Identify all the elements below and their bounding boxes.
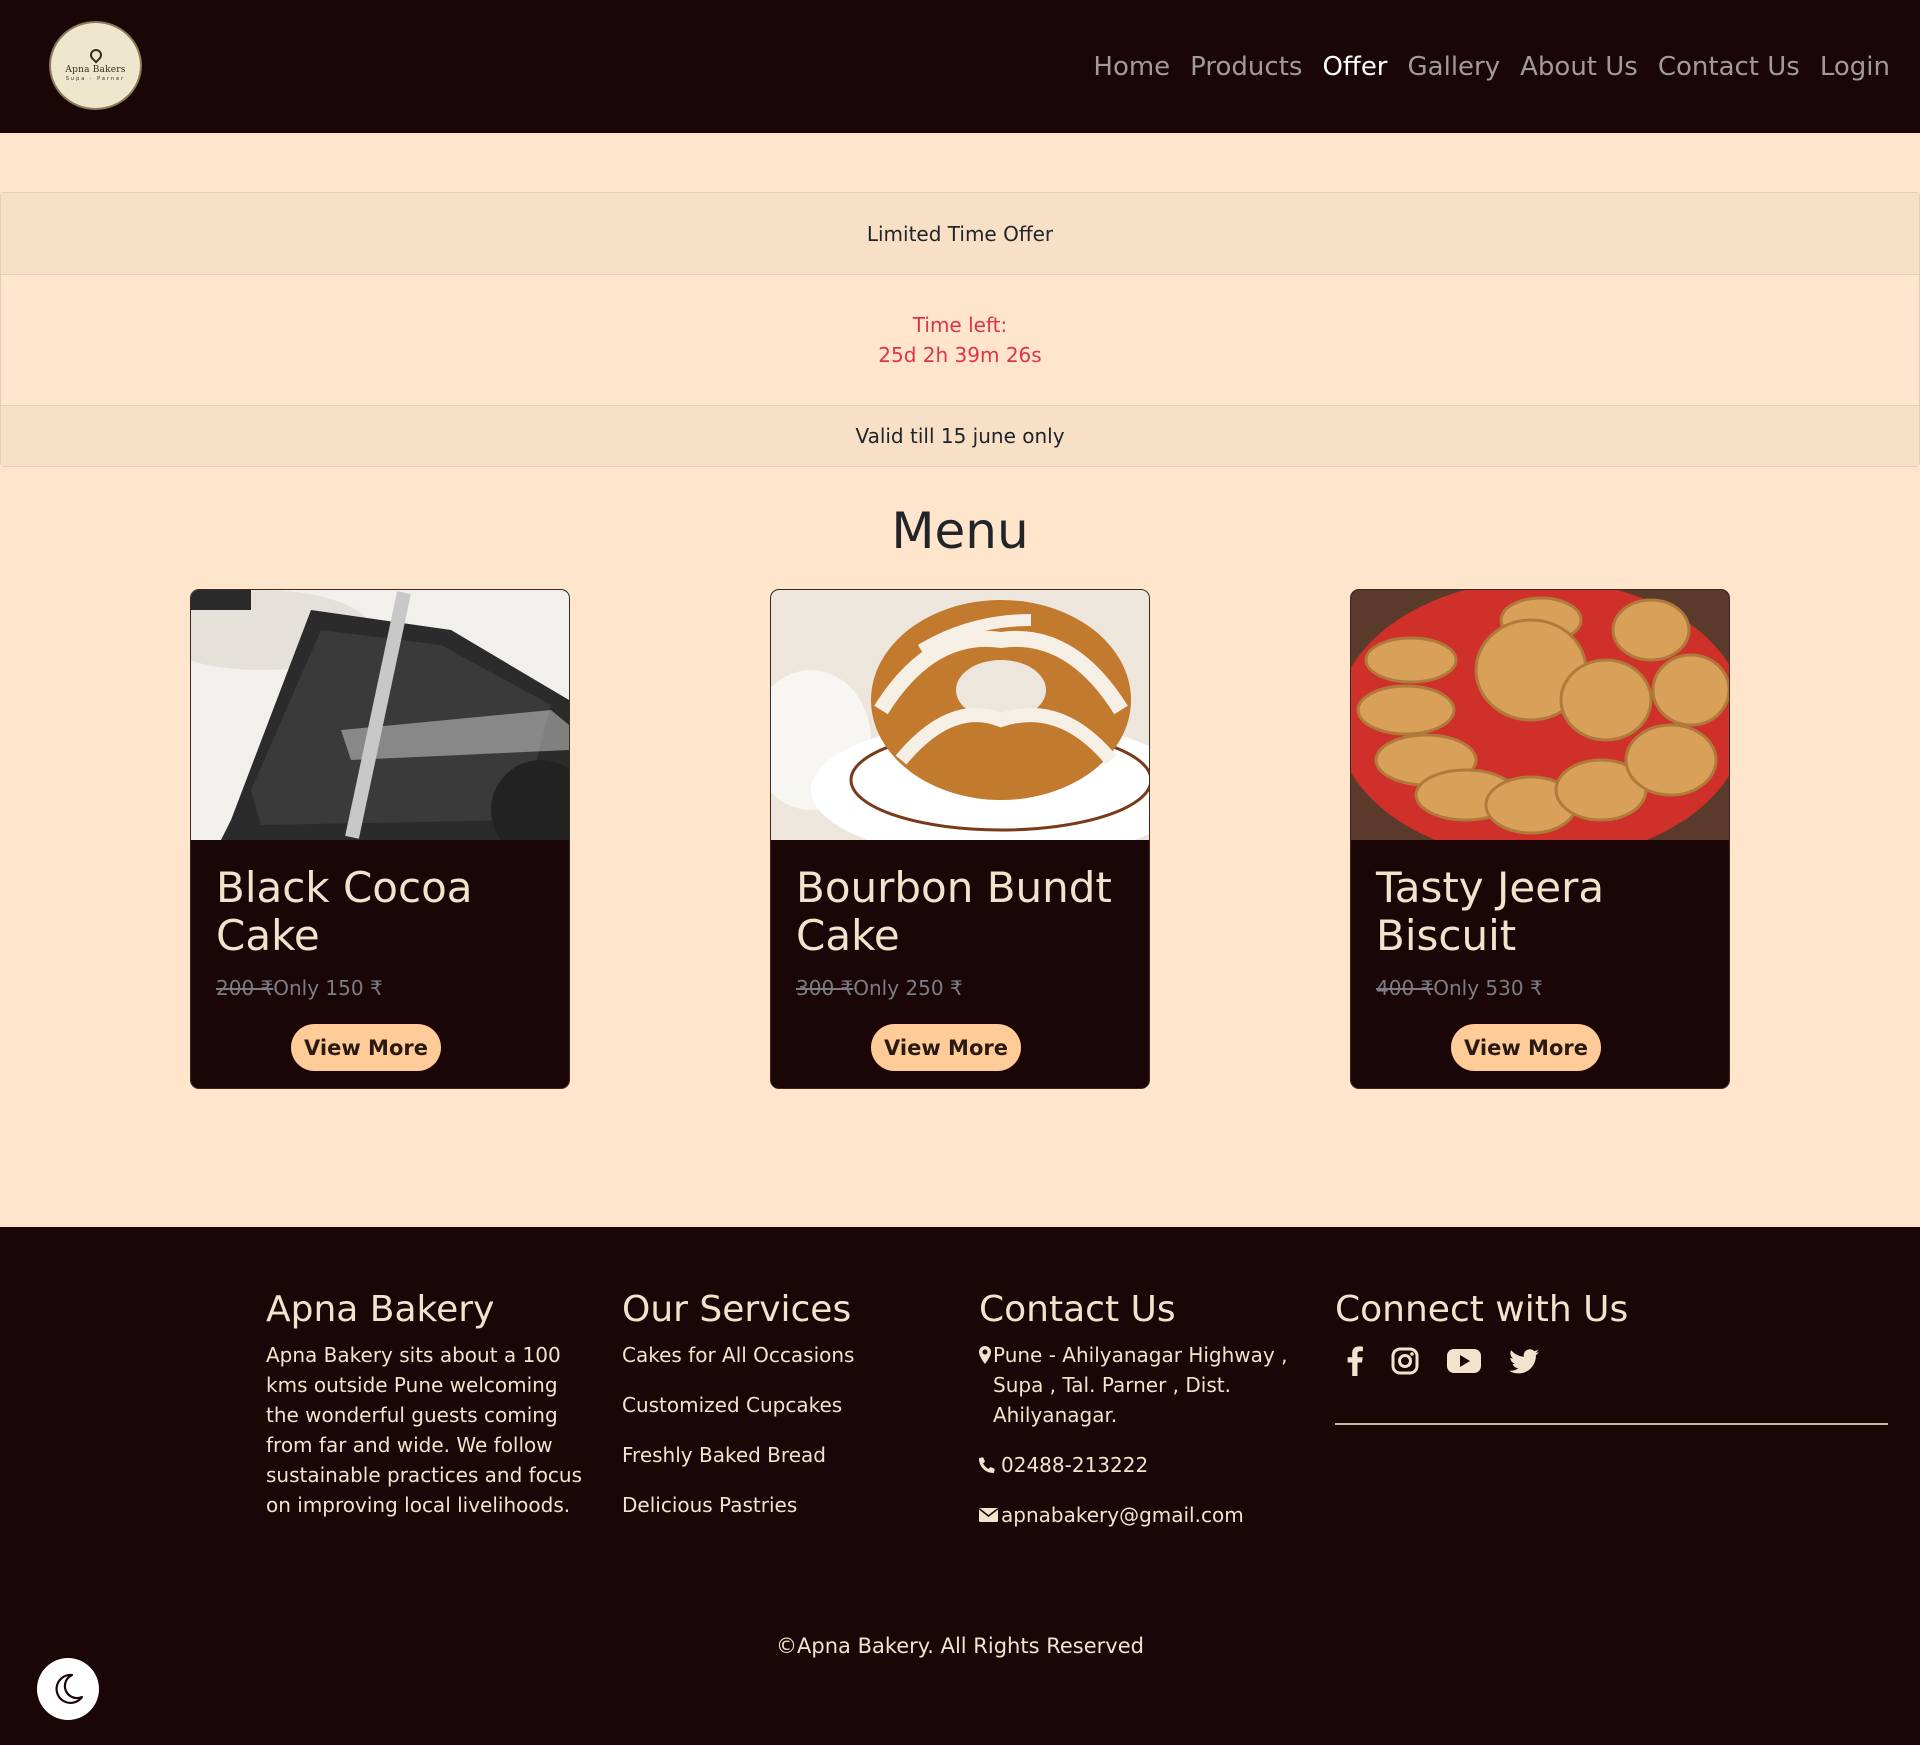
footer-contact-title: Contact Us <box>979 1289 1176 1330</box>
product-name: Black Cocoa Cake <box>216 863 473 960</box>
email-text: apnabakery@gmail.com <box>1001 1503 1244 1527</box>
navbar: Apna Bakers Supa · Parner Home Products … <box>0 0 1920 133</box>
logo-name: Apna Bakers <box>65 65 126 75</box>
nav-gallery[interactable]: Gallery <box>1408 52 1501 82</box>
location-pin-icon <box>87 46 104 64</box>
phone-text: 02488-213222 <box>1001 1453 1149 1477</box>
product-image-bourbon-bundt-cake <box>771 590 1149 840</box>
footer-services-title: Our Services <box>622 1289 852 1330</box>
product-price: 200 ₹Only 150 ₹ <box>216 976 544 1000</box>
footer-contact: Contact Us Pune - Ahilyanagar Highway , … <box>979 1289 1309 1550</box>
copyright: ©Apna Bakery. All Rights Reserved <box>776 1634 1144 1658</box>
view-more-button[interactable]: View More <box>291 1024 441 1071</box>
offer-card: Limited Time Offer Time left: 25d 2h 39m… <box>0 192 1920 467</box>
footer-divider <box>1335 1423 1888 1425</box>
countdown-timer: 25d 2h 39m 26s <box>878 343 1042 367</box>
menu-title: Menu <box>891 502 1029 560</box>
nav-login[interactable]: Login <box>1820 52 1890 82</box>
biscuit-image-illustration <box>1351 590 1729 840</box>
footer-connect-title: Connect with Us <box>1335 1289 1629 1330</box>
offer-header: Limited Time Offer <box>1 193 1919 275</box>
envelope-icon <box>979 1500 999 1522</box>
instagram-icon[interactable] <box>1391 1347 1419 1375</box>
product-price: 300 ₹Only 250 ₹ <box>796 976 1124 1000</box>
offer-validity: Valid till 15 june only <box>1 405 1919 466</box>
social-links <box>1335 1346 1888 1376</box>
offer-countdown-block: Time left: 25d 2h 39m 26s <box>1 275 1919 405</box>
product-price: 400 ₹Only 530 ₹ <box>1376 976 1704 1000</box>
product-image-black-cocoa-cake <box>191 590 569 840</box>
menu-card: Bourbon Bundt Cake 300 ₹Only 250 ₹ View … <box>770 589 1150 1089</box>
nav-contact-us[interactable]: Contact Us <box>1658 52 1800 82</box>
old-price: 300 ₹ <box>796 976 854 1000</box>
facebook-icon[interactable] <box>1347 1346 1363 1376</box>
old-price: 400 ₹ <box>1376 976 1434 1000</box>
phone-icon <box>979 1450 995 1474</box>
nav-home[interactable]: Home <box>1093 52 1170 82</box>
brand-logo[interactable]: Apna Bakers Supa · Parner <box>49 21 142 110</box>
dark-mode-toggle[interactable] <box>37 1658 99 1720</box>
nav-products[interactable]: Products <box>1190 52 1302 82</box>
map-marker-icon <box>979 1340 991 1364</box>
product-name: Tasty Jeera Biscuit <box>1376 863 1605 960</box>
menu-card: Tasty Jeera Biscuit 400 ₹Only 530 ₹ View… <box>1350 589 1730 1089</box>
service-item: Cakes for All Occasions <box>622 1343 855 1367</box>
cake-image-illustration <box>191 590 569 840</box>
contact-email[interactable]: apnabakery@gmail.com <box>979 1500 1309 1530</box>
product-name: Bourbon Bundt Cake <box>796 863 1112 960</box>
nav-offer[interactable]: Offer <box>1322 52 1387 82</box>
footer-about: Apna Bakery Apna Bakery sits about a 100… <box>266 1289 591 1520</box>
service-item: Delicious Pastries <box>622 1493 798 1517</box>
menu-card: Black Cocoa Cake 200 ₹Only 150 ₹ View Mo… <box>190 589 570 1089</box>
logo-subtitle: Supa · Parner <box>65 76 126 82</box>
service-item: Freshly Baked Bread <box>622 1443 826 1467</box>
footer-services: Our Services Cakes for All Occasions Cus… <box>622 1289 942 1540</box>
twitter-icon[interactable] <box>1509 1348 1539 1374</box>
new-price: Only 530 ₹ <box>1433 976 1543 1000</box>
footer-about-text: Apna Bakery sits about a 100 kms outside… <box>266 1343 583 1517</box>
view-more-button[interactable]: View More <box>1451 1024 1601 1071</box>
old-price: 200 ₹ <box>216 976 274 1000</box>
contact-phone[interactable]: 02488-213222 <box>979 1450 1309 1480</box>
view-more-button[interactable]: View More <box>871 1024 1021 1071</box>
time-left-label: Time left: <box>912 313 1008 337</box>
product-image-tasty-jeera-biscuit <box>1351 590 1729 840</box>
footer: Apna Bakery Apna Bakery sits about a 100… <box>0 1227 1920 1745</box>
moon-icon <box>55 1673 84 1704</box>
nav-about-us[interactable]: About Us <box>1520 52 1638 82</box>
new-price: Only 150 ₹ <box>273 976 383 1000</box>
bundt-cake-image-illustration <box>771 590 1149 840</box>
contact-address: Pune - Ahilyanagar Highway , Supa , Tal.… <box>979 1340 1309 1430</box>
service-item: Customized Cupcakes <box>622 1393 843 1417</box>
footer-about-title: Apna Bakery <box>266 1289 495 1330</box>
address-text: Pune - Ahilyanagar Highway , Supa , Tal.… <box>993 1343 1288 1427</box>
new-price: Only 250 ₹ <box>853 976 963 1000</box>
youtube-icon[interactable] <box>1447 1349 1481 1373</box>
main-nav: Home Products Offer Gallery About Us Con… <box>1073 0 1890 133</box>
footer-connect: Connect with Us <box>1335 1289 1888 1376</box>
